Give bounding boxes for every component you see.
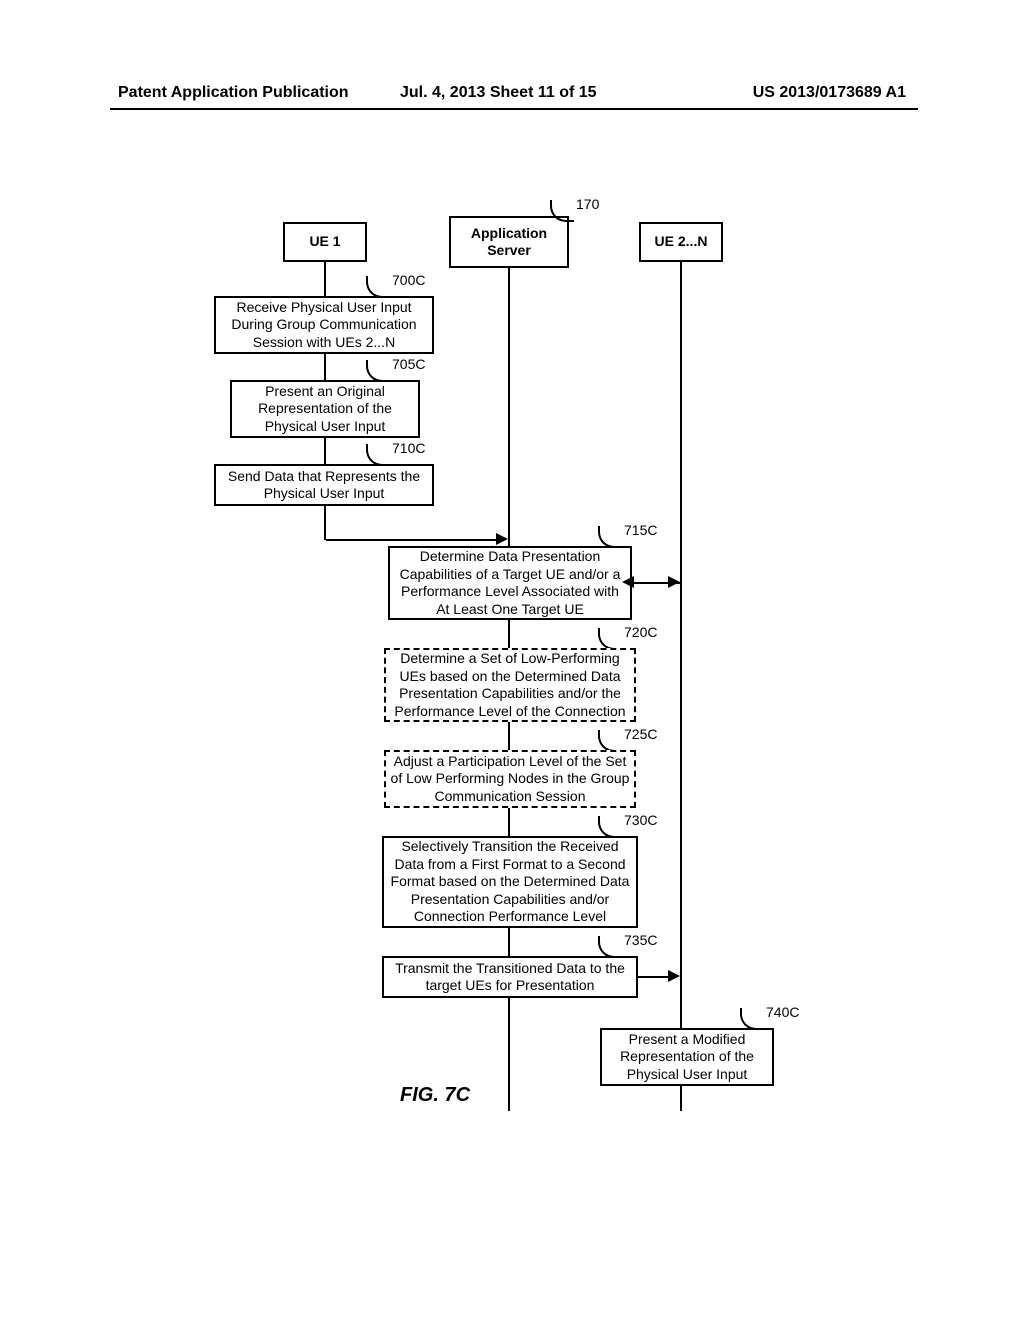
- step-710c: Send Data that Represents the Physical U…: [214, 464, 434, 506]
- lane-header-ue2n: UE 2...N: [639, 222, 723, 262]
- arrowhead-715c-right: [668, 576, 680, 588]
- step-720c: Determine a Set of Low-Performing UEs ba…: [384, 648, 636, 722]
- figure-title: FIG. 7C: [400, 1084, 470, 1107]
- ref-curve-705c: [366, 360, 390, 382]
- ref-label-170: 170: [576, 196, 599, 212]
- step-735c: Transmit the Transitioned Data to the ta…: [382, 956, 638, 998]
- ref-label-730c: 730C: [624, 812, 657, 828]
- header-left: Patent Application Publication: [118, 84, 349, 102]
- ref-label-705c: 705C: [392, 356, 425, 372]
- ref-curve-725c: [598, 730, 622, 752]
- lane-header-ue1: UE 1: [283, 222, 367, 262]
- header-rule: [110, 108, 918, 110]
- ref-curve-700c: [366, 276, 390, 298]
- step-730c: Selectively Transition the Received Data…: [382, 836, 638, 928]
- lifeline-ue2n: [680, 262, 682, 1111]
- ref-label-715c: 715C: [624, 522, 657, 538]
- step-705c: Present an Original Representation of th…: [230, 380, 420, 438]
- page: Patent Application Publication Jul. 4, 2…: [0, 0, 1024, 1320]
- ref-curve-740c: [740, 1008, 764, 1030]
- step-725c: Adjust a Participation Level of the Set …: [384, 750, 636, 808]
- ref-label-740c: 740C: [766, 1004, 799, 1020]
- ref-curve-710c: [366, 444, 390, 466]
- ref-label-700c: 700C: [392, 272, 425, 288]
- ref-curve-735c: [598, 936, 622, 958]
- ref-label-720c: 720C: [624, 624, 657, 640]
- ref-curve-720c: [598, 628, 622, 650]
- ref-curve-730c: [598, 816, 622, 838]
- ref-curve-715c: [598, 526, 622, 548]
- arrow-735c-to-ue2n: [638, 976, 670, 978]
- arrowhead-710c: [496, 533, 508, 545]
- ref-label-710c: 710C: [392, 440, 425, 456]
- step-740c: Present a Modified Representation of the…: [600, 1028, 774, 1086]
- ref-label-735c: 735C: [624, 932, 657, 948]
- step-715c: Determine Data Presentation Capabilities…: [388, 546, 632, 620]
- lane-header-server: Application Server: [449, 216, 569, 268]
- header-center: Jul. 4, 2013 Sheet 11 of 15: [400, 84, 597, 102]
- step-700c: Receive Physical User Input During Group…: [214, 296, 434, 354]
- arrowhead-715c-left: [622, 576, 634, 588]
- arrow-710c-to-server: [326, 539, 496, 541]
- arrowhead-735c: [668, 970, 680, 982]
- ref-label-725c: 725C: [624, 726, 657, 742]
- header-right: US 2013/0173689 A1: [753, 84, 906, 102]
